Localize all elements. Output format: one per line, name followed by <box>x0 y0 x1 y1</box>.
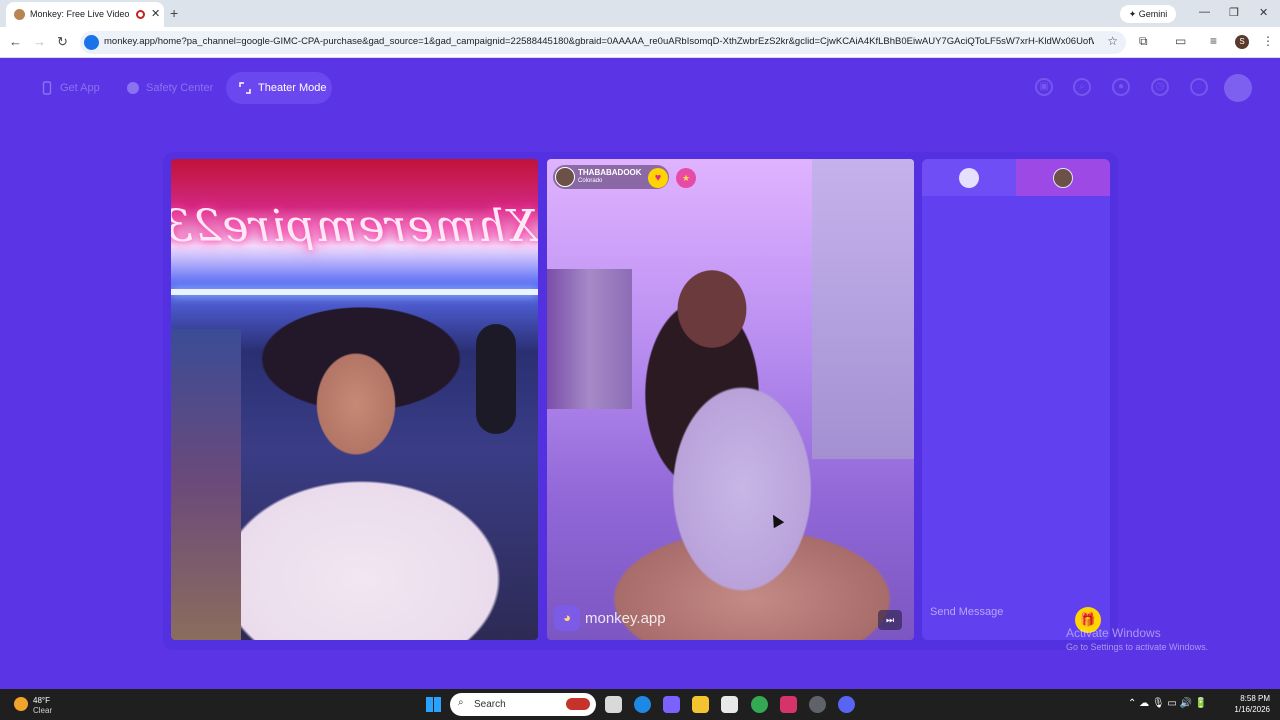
closet-shelves <box>812 159 914 459</box>
profile-avatar[interactable]: S <box>1235 35 1249 49</box>
phone-icon <box>42 81 52 95</box>
monkey-page: Get App Safety Center Theater Mode ▣ ⌕ ●… <box>0 58 1280 689</box>
anime-poster <box>171 329 241 640</box>
chat-messages <box>922 196 1110 596</box>
get-app-label: Get App <box>60 82 100 94</box>
store-icon[interactable] <box>721 696 738 713</box>
safety-center-button[interactable]: Safety Center <box>114 72 218 104</box>
extensions-icon[interactable]: ⧉ <box>1139 34 1148 49</box>
reading-list-icon[interactable]: ≡ <box>1210 34 1217 48</box>
shield-icon <box>127 82 139 94</box>
search-icon: ⌕ <box>458 697 464 708</box>
self-avatar-icon <box>959 168 979 188</box>
send-message-input[interactable]: Send Message <box>930 606 1003 618</box>
menu-kebab-icon[interactable]: ⋮ <box>1262 34 1274 48</box>
system-tray[interactable]: ⌃ ☁ 🎙 ▭ 🔊 🔋 <box>1128 698 1207 709</box>
weather-temp: 48°F <box>33 696 50 705</box>
weather-icon <box>14 697 28 711</box>
activate-windows-title: Activate Windows <box>1066 626 1161 640</box>
heart-icon[interactable]: ♥ <box>648 168 668 188</box>
taskbar-search[interactable]: ⌕ Search <box>450 693 596 716</box>
partner-avatar-icon <box>1053 168 1073 188</box>
forward-arrow-icon[interactable]: → <box>33 34 46 49</box>
taskbar-search-label: Search <box>474 699 506 710</box>
get-app-button[interactable]: Get App <box>28 72 106 104</box>
browser-tab-strip: Monkey: Free Live Video Ch ✕ + ✦ Gemini … <box>0 0 1280 27</box>
back-arrow-icon[interactable]: ← <box>9 34 22 49</box>
browser-toolbar: ← → ↻ monkey.app/home?pa_channel=google-… <box>0 27 1280 58</box>
remote-user-avatar <box>555 167 575 187</box>
video-chat-area: Xhmerempire23 THABABADOOK Colorado ♥ ★ ◕… <box>163 152 1118 650</box>
cast-icon[interactable]: ▭ <box>1175 34 1186 48</box>
new-tab-button[interactable]: + <box>170 5 178 21</box>
edge-icon[interactable] <box>634 696 651 713</box>
theater-mode-button[interactable]: Theater Mode <box>226 72 332 104</box>
bookmark-star-icon[interactable]: ☆ <box>1107 34 1118 48</box>
taskbar-clock[interactable]: 8:58 PM 1/16/2026 <box>1226 693 1270 715</box>
monkey-watermark: ◕ monkey.app <box>554 605 684 633</box>
neon-sign-text: Xhmerempire23 <box>171 201 538 252</box>
file-explorer-icon[interactable] <box>692 696 709 713</box>
remote-user-location: Colorado <box>578 178 603 184</box>
local-video: Xhmerempire23 <box>171 159 538 640</box>
activate-windows-subtitle: Go to Settings to activate Windows. <box>1066 642 1209 652</box>
recording-indicator-icon <box>136 10 145 19</box>
hanging-clothes <box>547 269 632 409</box>
windows-taskbar: 48°F Clear ⌕ Search ⌃ ☁ 🎙 ▭ 🔊 🔋 8:58 PM … <box>0 689 1280 720</box>
browser-tab[interactable]: Monkey: Free Live Video Ch ✕ <box>6 2 164 27</box>
user-avatar[interactable] <box>1224 74 1252 102</box>
gift-box-icon[interactable]: ▣ <box>1035 78 1053 96</box>
skip-next-icon[interactable]: ⏭ <box>878 610 902 630</box>
monkey-logo-icon: ◕ <box>554 605 580 631</box>
theater-mode-label: Theater Mode <box>258 82 327 94</box>
reload-icon[interactable]: ↻ <box>57 34 68 50</box>
restore-button[interactable]: ❐ <box>1229 6 1239 19</box>
expand-icon <box>239 82 251 94</box>
address-bar[interactable]: monkey.app/home?pa_channel=google-GIMC-C… <box>80 31 1126 54</box>
discord-icon[interactable] <box>838 696 855 713</box>
windows-start-icon[interactable] <box>426 697 441 712</box>
search-icon[interactable]: ⌕ <box>1073 78 1091 96</box>
badge-icon[interactable]: ★ <box>676 168 696 188</box>
weather-widget[interactable]: 48°F Clear <box>10 693 70 717</box>
settings-app-icon[interactable] <box>809 696 826 713</box>
weather-condition: Clear <box>33 706 53 715</box>
chat-tab-self[interactable] <box>922 159 1016 196</box>
monkey-favicon-icon <box>14 9 25 20</box>
chat-tab-partner[interactable] <box>1016 159 1110 196</box>
tab-close-button[interactable]: ✕ <box>151 7 160 20</box>
microsoft-365-icon[interactable] <box>663 696 680 713</box>
avatar-icon[interactable]: ● <box>1112 78 1130 96</box>
activate-windows-watermark: Activate Windows Go to Settings to activ… <box>1066 626 1208 652</box>
watermark-text: monkey.app <box>585 610 666 627</box>
tab-title: Monkey: Free Live Video Ch <box>30 9 130 19</box>
clock-date: 1/16/2026 <box>1234 705 1270 714</box>
search-highlight-icon <box>566 698 590 710</box>
chat-icon[interactable]: ◌ <box>1190 78 1208 96</box>
clock-time: 8:58 PM <box>1240 694 1270 703</box>
safety-center-label: Safety Center <box>146 82 214 94</box>
chrome-icon[interactable] <box>751 696 768 713</box>
chat-panel: Send Message 🎁 <box>922 159 1110 640</box>
task-view-icon[interactable] <box>605 696 622 713</box>
microphone <box>476 324 516 434</box>
chat-header <box>922 159 1110 196</box>
app-icon[interactable] <box>780 696 797 713</box>
gemini-button[interactable]: ✦ Gemini <box>1120 5 1176 23</box>
window-close-button[interactable]: ✕ <box>1259 6 1268 19</box>
remote-video: THABABADOOK Colorado ♥ ★ ◕ monkey.app ⏭ <box>547 159 914 640</box>
minimize-button[interactable]: — <box>1199 6 1210 18</box>
neon-light-bar <box>171 289 538 295</box>
site-info-icon[interactable] <box>84 35 99 50</box>
remote-username: THABABADOOK <box>578 168 642 177</box>
history-icon[interactable]: ◷ <box>1151 78 1169 96</box>
url-text[interactable]: monkey.app/home?pa_channel=google-GIMC-C… <box>104 36 1094 47</box>
